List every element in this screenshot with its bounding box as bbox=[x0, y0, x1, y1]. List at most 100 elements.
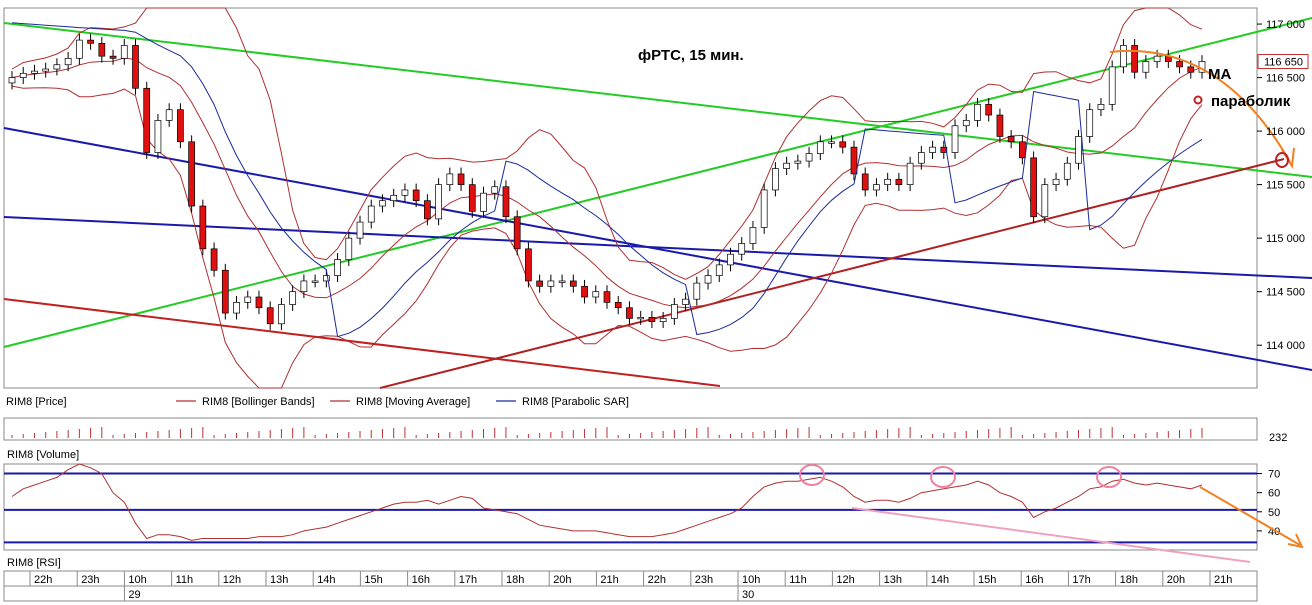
y-tick-label: 116 000 bbox=[1266, 126, 1305, 138]
candle-body bbox=[221, 269, 229, 314]
candle-body bbox=[513, 216, 521, 250]
candle-body bbox=[794, 160, 802, 164]
candle-body bbox=[861, 173, 869, 191]
rsi-tick-label: 60 bbox=[1268, 488, 1280, 500]
candle-body bbox=[1041, 184, 1049, 218]
candle-body bbox=[1007, 136, 1015, 143]
candle-body bbox=[132, 45, 139, 89]
candle-body bbox=[1187, 66, 1195, 73]
candle-body bbox=[828, 141, 835, 144]
candle-body bbox=[1142, 61, 1150, 73]
ma-annotation: MA bbox=[1208, 66, 1231, 83]
candle-body bbox=[334, 259, 341, 276]
candle-body bbox=[435, 184, 442, 220]
candle-body bbox=[603, 291, 611, 303]
candle-body bbox=[1052, 178, 1060, 185]
time-tick-label: 10h bbox=[742, 574, 760, 586]
candle-body bbox=[884, 178, 892, 185]
y-tick-label: 115 000 bbox=[1266, 233, 1305, 245]
last-price-label: 116 650 bbox=[1264, 57, 1303, 69]
rsi-panel-title: RIM8 [RSI] bbox=[7, 557, 61, 569]
time-tick-label: 17h bbox=[1072, 574, 1090, 586]
candle-body bbox=[614, 302, 622, 309]
candle-body bbox=[996, 114, 1004, 137]
time-tick-label: 22h bbox=[648, 574, 666, 586]
candle-body bbox=[446, 173, 454, 185]
time-tick-label: 20h bbox=[1167, 574, 1185, 586]
time-tick-label: 12h bbox=[836, 574, 854, 586]
candle-body bbox=[715, 264, 723, 276]
time-tick-label: 16h bbox=[1025, 574, 1043, 586]
chart-canvas: 117 000 116 500 116 000 115 500 115 000 114 5… bbox=[3, 7, 1312, 602]
candle-body bbox=[480, 192, 487, 212]
candle-body bbox=[255, 296, 263, 309]
candle-body bbox=[76, 39, 83, 59]
candle-body bbox=[1131, 45, 1138, 73]
candle-body bbox=[525, 248, 532, 282]
candle-body bbox=[816, 141, 824, 154]
candle-body bbox=[390, 194, 398, 202]
candle-body bbox=[581, 285, 588, 298]
legend-entry: RIM8 [Parabolic SAR] bbox=[522, 396, 629, 408]
candle-body bbox=[906, 162, 914, 185]
candle-body bbox=[951, 125, 959, 153]
candle-body bbox=[704, 275, 712, 284]
candle-body bbox=[412, 189, 420, 202]
time-tick-label: 18h bbox=[1120, 574, 1138, 586]
candle-body bbox=[379, 200, 386, 207]
candle-body bbox=[64, 57, 72, 66]
chart-window: 117 000 116 500 116 000 115 500 115 000 114 5… bbox=[0, 0, 1312, 605]
candle-body bbox=[278, 304, 285, 325]
candle-body bbox=[210, 248, 218, 271]
candle-body bbox=[626, 307, 633, 319]
y-tick-label: 114 500 bbox=[1266, 287, 1305, 299]
candle-body bbox=[917, 152, 925, 164]
candle-body bbox=[31, 70, 38, 74]
candle-body bbox=[1176, 61, 1183, 68]
candle-body bbox=[42, 68, 50, 72]
candle-body bbox=[424, 200, 431, 220]
day-label: 30 bbox=[742, 589, 754, 601]
candle-body bbox=[1030, 157, 1037, 218]
candle-body bbox=[87, 39, 94, 44]
y-tick-label: 115 500 bbox=[1266, 180, 1305, 192]
time-tick-label: 21h bbox=[600, 574, 618, 586]
candle-body bbox=[659, 318, 667, 322]
time-tick-label: 23h bbox=[81, 574, 99, 586]
candle-body bbox=[592, 291, 600, 298]
candle-body bbox=[109, 55, 117, 59]
candle-body bbox=[8, 77, 16, 84]
time-tick-label: 16h bbox=[412, 574, 430, 586]
candle-body bbox=[367, 205, 375, 223]
candle-body bbox=[188, 141, 195, 207]
candle-body bbox=[693, 282, 701, 300]
legend-entry: RIM8 [Bollinger Bands] bbox=[202, 396, 315, 408]
candle-body bbox=[1075, 136, 1082, 164]
time-tick-label: 13h bbox=[884, 574, 902, 586]
candle-body bbox=[536, 280, 543, 287]
candle-body bbox=[143, 87, 151, 153]
parabolic-annotation: параболик bbox=[1211, 93, 1291, 110]
candle-body bbox=[569, 280, 577, 287]
candle-body bbox=[199, 205, 207, 250]
candle-body bbox=[457, 173, 465, 185]
candle-body bbox=[985, 103, 993, 116]
candle-body bbox=[300, 280, 308, 293]
candle-body bbox=[805, 153, 813, 162]
candle-body bbox=[165, 109, 173, 121]
time-tick-label: 17h bbox=[459, 574, 477, 586]
candle-body bbox=[873, 184, 880, 191]
candle-body bbox=[850, 146, 858, 175]
time-tick-label: 13h bbox=[270, 574, 288, 586]
candle-body bbox=[772, 168, 779, 191]
time-tick-label: 11h bbox=[176, 574, 194, 586]
candle-body bbox=[1086, 109, 1094, 137]
candle-body bbox=[682, 298, 689, 305]
time-tick-label: 10h bbox=[128, 574, 146, 586]
candle-body bbox=[53, 64, 61, 70]
time-tick-label: 14h bbox=[931, 574, 949, 586]
candle-body bbox=[558, 280, 566, 283]
candle-body bbox=[1019, 141, 1026, 159]
volume-panel-title: RIM8 [Volume] bbox=[7, 449, 79, 461]
candle-body bbox=[671, 304, 678, 319]
